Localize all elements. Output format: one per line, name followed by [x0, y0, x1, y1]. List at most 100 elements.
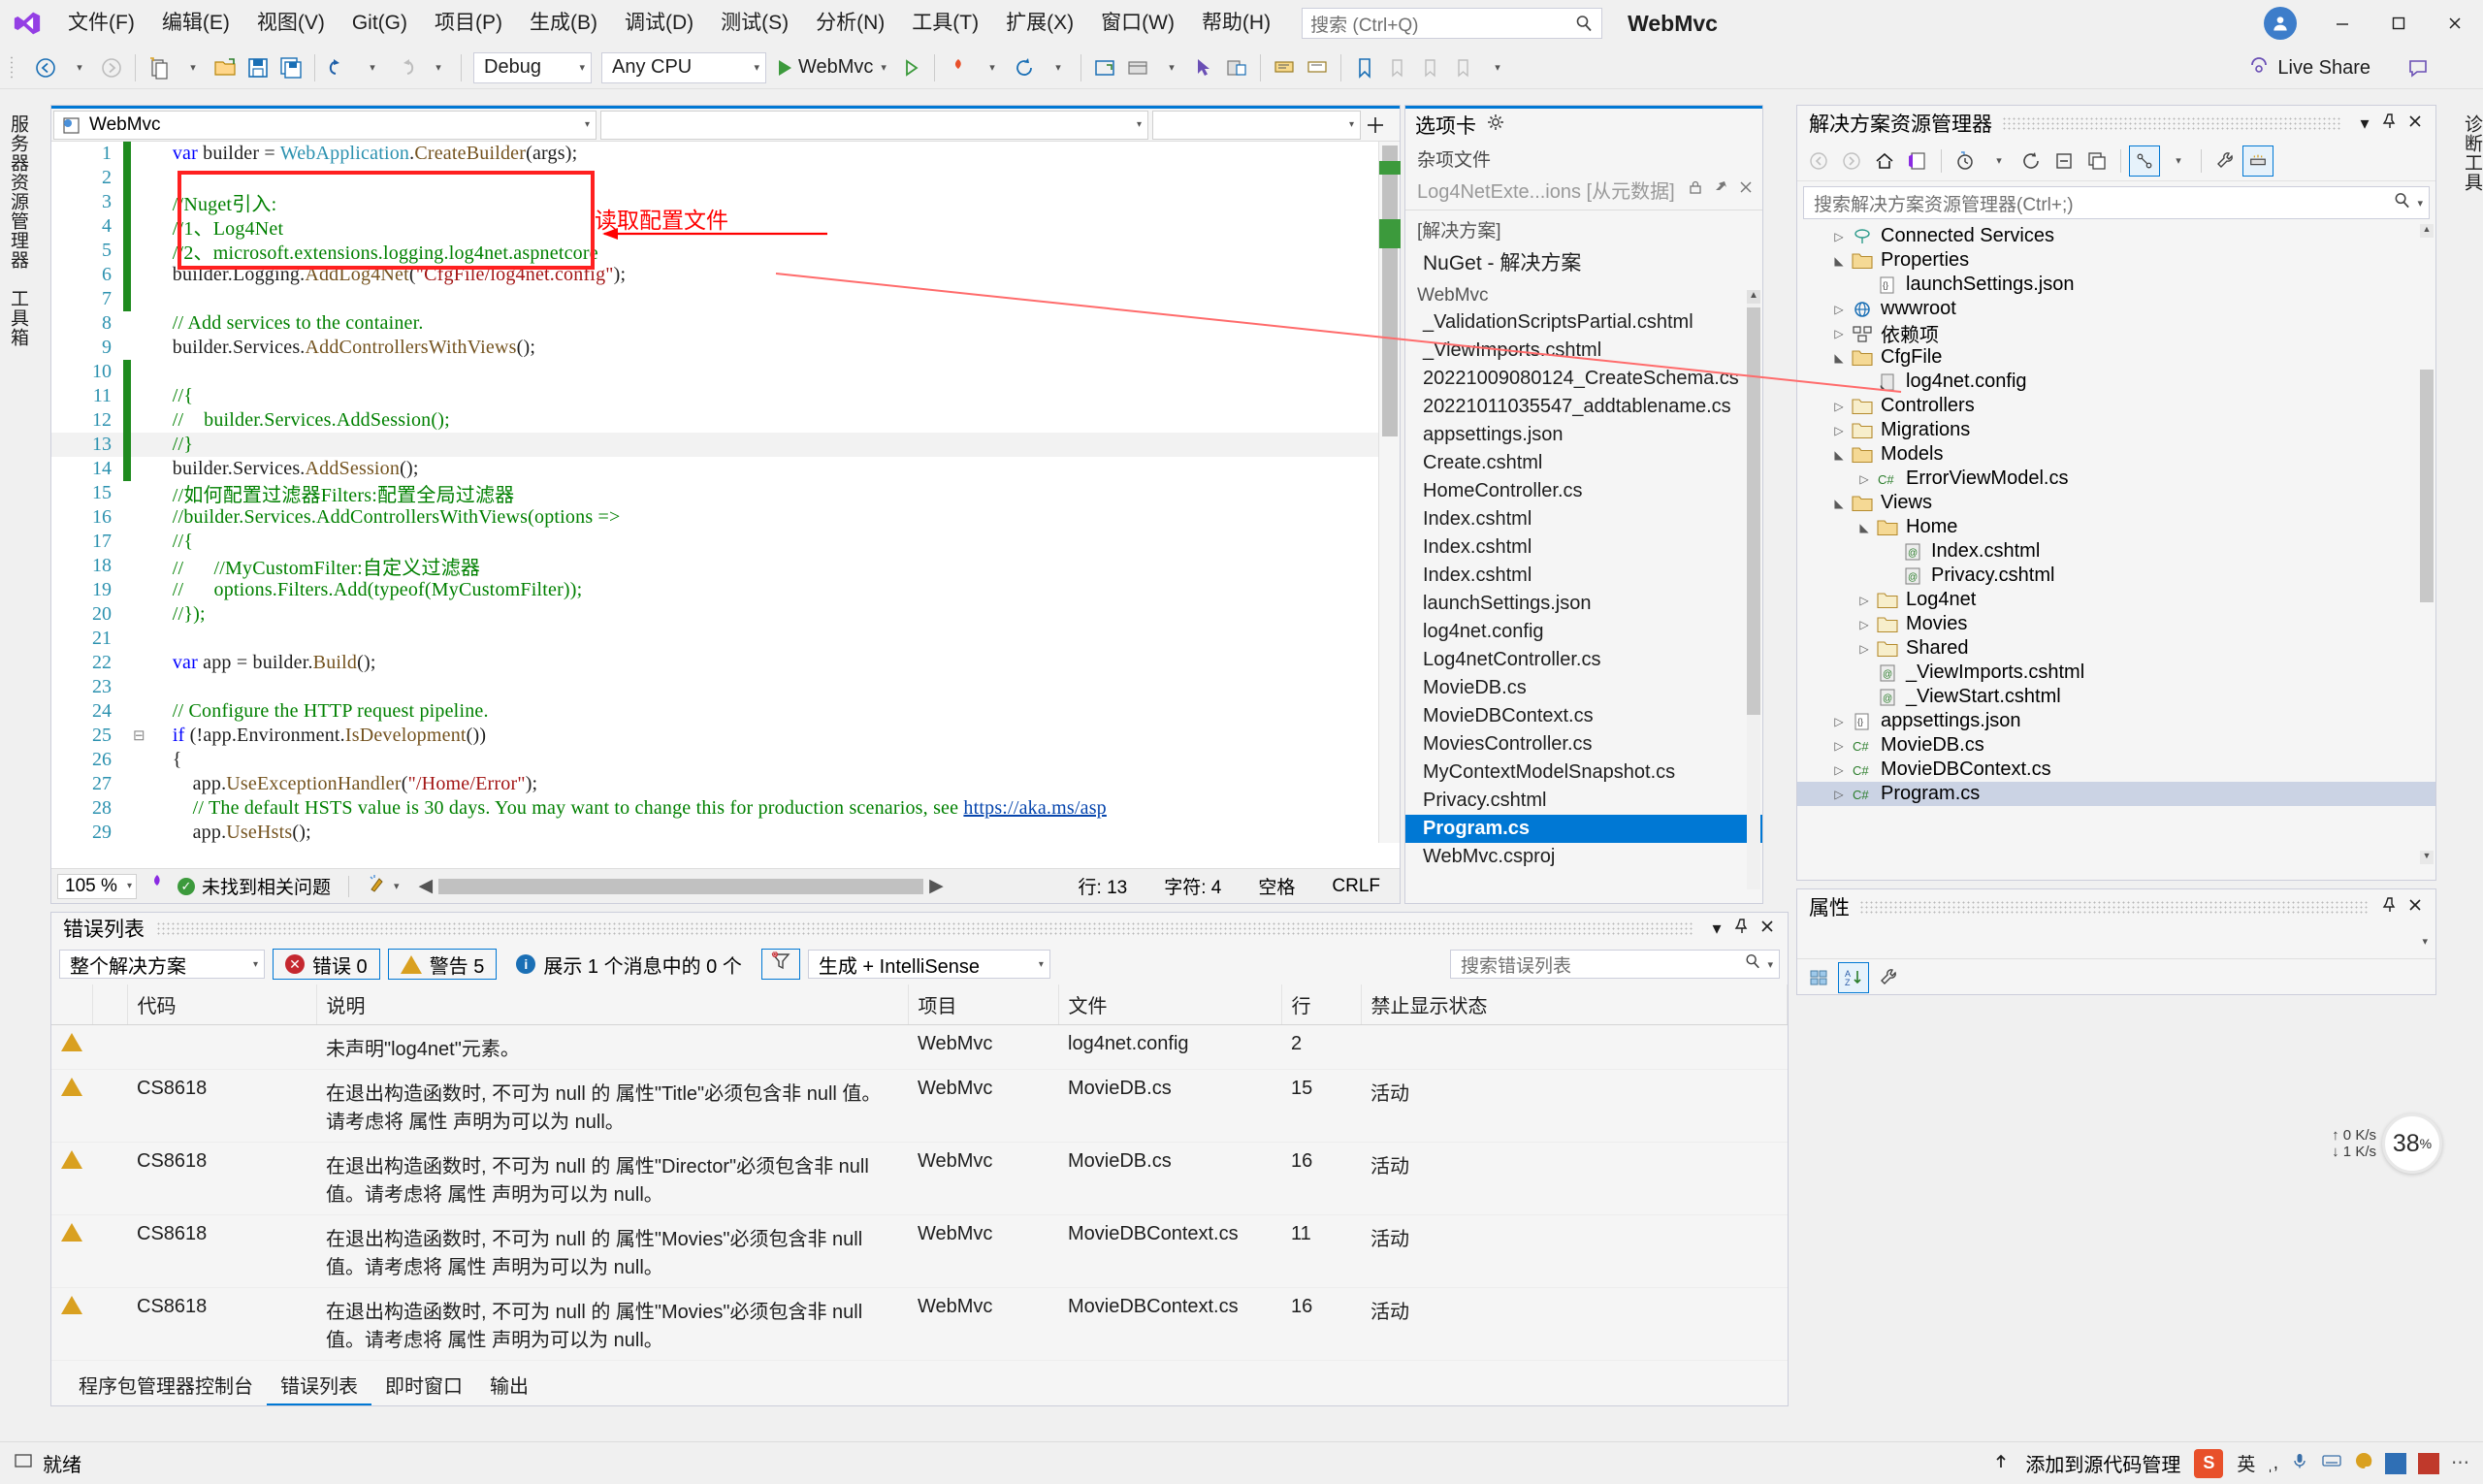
col-suppression-state[interactable]: 禁止显示状态 [1361, 984, 1788, 1025]
chevron-down-icon[interactable]: ▾ [1704, 919, 1729, 939]
code-line[interactable]: 19 // options.Filters.Add(typeof(MyCusto… [51, 578, 1400, 602]
avatar[interactable] [2264, 7, 2297, 40]
error-table-row[interactable]: CS8618在退出构造函数时, 不可为 null 的 属性"Director"必… [51, 1143, 1788, 1215]
server-explorer-tab[interactable]: 服务器资源管理器 [0, 105, 36, 279]
minimize-button[interactable] [2314, 0, 2370, 47]
editor-horizontal-scrollbar[interactable] [438, 879, 923, 894]
options-file-item[interactable]: Create.cshtml [1405, 449, 1762, 477]
horizontal-scroll-left-icon[interactable]: ◀ [419, 875, 434, 897]
close-icon[interactable] [2402, 896, 2428, 919]
scroll-up-icon[interactable]: ▲ [1747, 290, 1760, 304]
chevron-collapsed-icon[interactable]: ▷ [1828, 424, 1850, 437]
code-line[interactable]: 26 { [51, 748, 1400, 772]
code-line[interactable]: 10 [51, 360, 1400, 384]
pin-icon[interactable] [2377, 896, 2402, 919]
redo-icon[interactable] [388, 50, 421, 85]
menu-debug[interactable]: 调试(D) [611, 0, 707, 47]
code-line[interactable]: 15 //如何配置过滤器Filters:配置全局过滤器 [51, 481, 1400, 505]
code-line[interactable]: 28 // The default HSTS value is 30 days.… [51, 796, 1400, 821]
ime-punctuation-icon[interactable]: ˌ, [2267, 1453, 2278, 1474]
open-file-icon[interactable] [209, 50, 242, 85]
expand-cell[interactable] [92, 1215, 127, 1288]
back-dropdown-icon[interactable]: ▾ [62, 50, 95, 85]
editor-zoom-select[interactable]: 105 % ▾ [57, 874, 137, 899]
diagnostic-tools-tab[interactable]: 诊断工具 [2454, 105, 2483, 202]
global-search-input[interactable]: 搜索 (Ctrl+Q) [1302, 8, 1602, 39]
cpu-usage-ring[interactable]: 38% [2382, 1113, 2442, 1174]
solution-tree-node[interactable]: ▷依赖项 [1797, 321, 2435, 345]
hot-reload-icon[interactable] [942, 50, 975, 85]
home-icon[interactable] [1869, 145, 1900, 177]
undo-dropdown-icon[interactable]: ▾ [355, 50, 388, 85]
build-platform-select[interactable]: Any CPU ▾ [601, 52, 766, 83]
new-project-icon[interactable] [143, 50, 176, 85]
show-all-files-icon[interactable] [2081, 145, 2112, 177]
build-filter-select[interactable]: 生成 + IntelliSense ▾ [808, 950, 1050, 979]
chevron-collapsed-icon[interactable]: ▷ [1828, 715, 1850, 728]
chevron-collapsed-icon[interactable]: ▷ [1854, 594, 1875, 607]
chevron-collapsed-icon[interactable]: ▷ [1828, 739, 1850, 753]
forward-arrow-icon[interactable] [95, 50, 128, 85]
navbar-member-select[interactable]: ▾ [1152, 111, 1361, 140]
live-share-button[interactable]: Live Share [2241, 52, 2378, 83]
refresh-icon[interactable] [1008, 50, 1041, 85]
editor-scroll-thumb[interactable] [1382, 145, 1398, 436]
code-line[interactable]: 9 builder.Services.AddControllersWithVie… [51, 336, 1400, 360]
solution-tree-node[interactable]: ▷{}appsettings.json [1797, 709, 2435, 733]
source-control-label[interactable]: 添加到源代码管理 [2025, 1449, 2180, 1477]
solution-tree-node[interactable]: ▷Controllers [1797, 394, 2435, 418]
menu-test[interactable]: 测试(S) [707, 0, 802, 47]
panel-drag-grip[interactable] [156, 921, 1693, 935]
code-line[interactable]: 27 app.UseExceptionHandler("/Home/Error"… [51, 772, 1400, 796]
browser-icon[interactable] [1088, 50, 1121, 85]
next-bookmark-icon[interactable] [1414, 50, 1447, 85]
menu-build[interactable]: 生成(B) [516, 0, 611, 47]
chevron-collapsed-icon[interactable]: ▷ [1828, 788, 1850, 801]
save-all-icon[interactable] [274, 50, 307, 85]
refresh-dropdown-icon[interactable]: ▾ [1041, 50, 1074, 85]
clear-bookmarks-icon[interactable] [1447, 50, 1480, 85]
tab-output[interactable]: 输出 [476, 1369, 542, 1405]
expand-cell[interactable] [92, 1143, 127, 1215]
options-file-item[interactable]: launchSettings.json [1405, 590, 1762, 618]
options-file-item[interactable]: Index.cshtml [1405, 562, 1762, 590]
chevron-expanded-icon[interactable]: ◢ [1828, 351, 1850, 365]
error-table-row[interactable]: 未声明"log4net"元素。WebMvclog4net.config2 [51, 1025, 1788, 1070]
solution-explorer-search-input[interactable]: 搜索解决方案资源管理器(Ctrl+;) ▾ [1803, 186, 2430, 219]
solution-tree-node[interactable]: ▷Migrations [1797, 418, 2435, 442]
solution-scroll-thumb[interactable] [2420, 370, 2434, 602]
options-file-item[interactable]: MoviesController.cs [1405, 730, 1762, 758]
col-description[interactable]: 说明 [316, 984, 908, 1025]
options-file-item[interactable]: WebMvc.csproj [1405, 843, 1762, 871]
solution-tree-node[interactable]: ◢Models [1797, 442, 2435, 467]
code-line[interactable]: 14 builder.Services.AddSession(); [51, 457, 1400, 481]
navbar-type-select[interactable]: ▾ [600, 111, 1148, 140]
code-line[interactable]: 17 //{ [51, 530, 1400, 554]
solution-tree-node[interactable]: @Index.cshtml [1797, 539, 2435, 564]
chevron-collapsed-icon[interactable]: ▷ [1854, 618, 1875, 631]
expand-cell[interactable] [92, 1025, 127, 1070]
solution-explorer-tree[interactable]: ▷Connected Services◢Properties{}launchSe… [1797, 224, 2435, 864]
col-project[interactable]: 项目 [908, 984, 1058, 1025]
pin-icon[interactable] [1712, 178, 1729, 202]
options-solution-entry[interactable]: NuGet - 解决方案 [1405, 244, 1762, 279]
code-line[interactable]: 12 // builder.Services.AddSession(); [51, 408, 1400, 433]
code-line[interactable]: 20 //}); [51, 602, 1400, 627]
options-file-item[interactable]: MovieDBContext.cs [1405, 702, 1762, 730]
menu-file[interactable]: 文件(F) [54, 0, 148, 47]
pointer-icon[interactable] [1187, 50, 1220, 85]
chevron-collapsed-icon[interactable]: ▷ [1828, 303, 1850, 316]
expand-cell[interactable] [92, 1288, 127, 1361]
solution-tree-node[interactable]: ◢Home [1797, 515, 2435, 539]
code-line[interactable]: 22 var app = builder.Build(); [51, 651, 1400, 675]
solution-tree-node[interactable]: @_ViewStart.cshtml [1797, 685, 2435, 709]
refresh-icon[interactable] [2015, 145, 2047, 177]
tab-package-manager-console[interactable]: 程序包管理器控制台 [65, 1369, 267, 1405]
back-arrow-icon[interactable] [1803, 145, 1834, 177]
solution-tree-node[interactable]: ▷wwwroot [1797, 297, 2435, 321]
solution-tree-node[interactable]: ▷Log4net [1797, 588, 2435, 612]
code-line[interactable]: 13 //} [51, 433, 1400, 457]
error-table-row[interactable]: CS8618在退出构造函数时, 不可为 null 的 属性"Title"必须包含… [51, 1070, 1788, 1143]
chevron-down-icon[interactable]: ▾ [394, 880, 400, 892]
options-file-item[interactable]: Privacy.cshtml [1405, 787, 1762, 815]
